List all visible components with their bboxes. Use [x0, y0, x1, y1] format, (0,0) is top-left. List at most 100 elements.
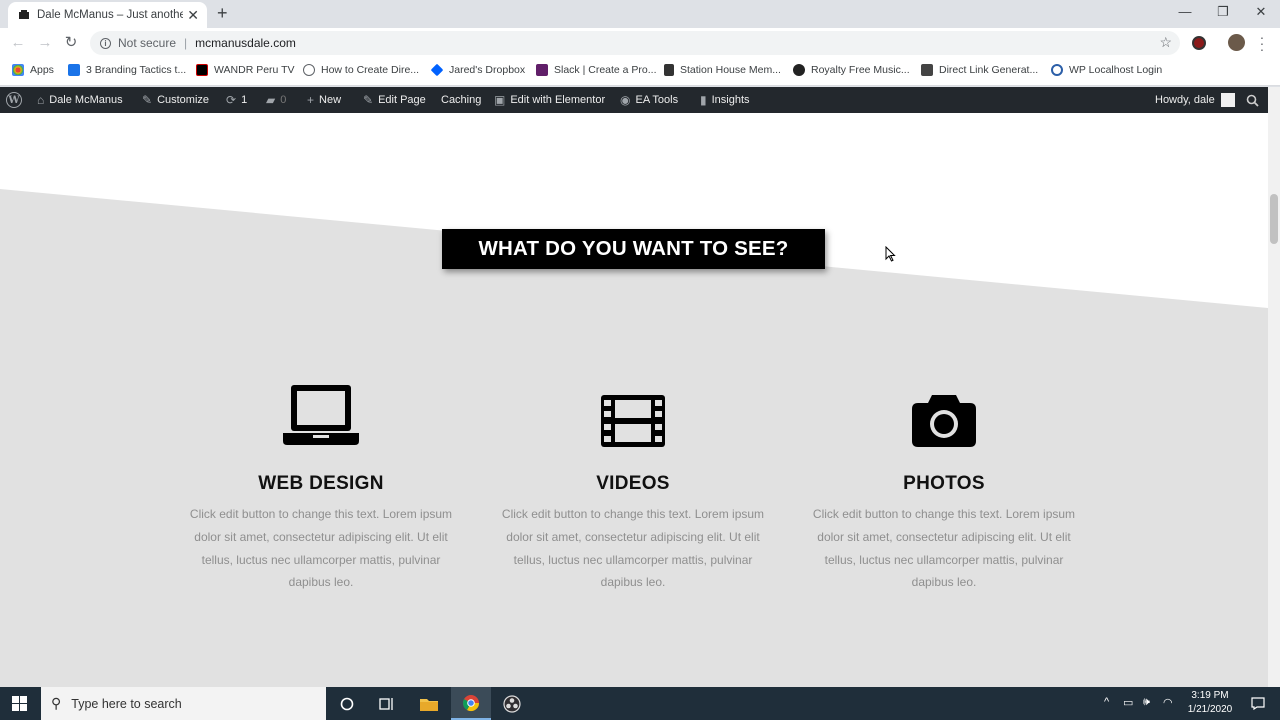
avatar — [1220, 93, 1235, 107]
page-content: WHAT DO YOU WANT TO SEE? WEB DESIGN Clic… — [0, 113, 1268, 687]
feature-photos: PHOTOS Click edit button to change this … — [794, 375, 1094, 594]
globe-icon — [303, 64, 315, 76]
elementor-icon: ▣ — [494, 93, 506, 107]
pencil-icon: ✎ — [363, 93, 374, 107]
plus-icon: + — [307, 93, 315, 107]
bookmark-item[interactable]: Royalty Free Music... — [793, 64, 910, 76]
ea-tools-menu[interactable]: ◉ EA Tools — [620, 87, 678, 113]
bookmark-item[interactable]: Apps — [12, 64, 54, 76]
edit-elementor-link[interactable]: ▣ Edit with Elementor — [494, 87, 605, 113]
bookmark-item[interactable]: Direct Link Generat... — [921, 64, 1038, 76]
bookmarks-bar: Apps 3 Branding Tactics t... WANDR Peru … — [0, 58, 1280, 86]
brush-icon: ✎ — [142, 93, 153, 107]
taskbar-search-input[interactable]: ⚲ Type here to search — [41, 687, 326, 720]
maximize-icon[interactable]: ❐ — [1213, 4, 1233, 20]
chrome-taskbar-icon[interactable] — [451, 687, 491, 720]
back-icon[interactable]: ← — [9, 34, 27, 52]
security-label: Not secure — [118, 36, 177, 50]
dashboard-icon: ⌂ — [37, 93, 45, 107]
bookmark-item[interactable]: How to Create Dire... — [303, 64, 419, 76]
updates-icon: ⟳ — [226, 93, 237, 107]
bookmark-item[interactable]: WANDR Peru TV — [196, 64, 295, 76]
browser-tab[interactable]: Dale McManus – Just another W ✕ — [8, 2, 207, 28]
windows-taskbar: ⚲ Type here to search ^ ▭ 🕪 ◠ 3:19 PM 1/… — [0, 687, 1280, 720]
station-icon — [664, 64, 674, 76]
music-icon — [793, 64, 805, 76]
close-tab-icon[interactable]: ✕ — [187, 8, 199, 22]
edit-page-link[interactable]: ✎ Edit Page — [363, 87, 426, 113]
minimize-icon[interactable]: — — [1175, 4, 1195, 19]
system-clock[interactable]: 3:19 PM 1/21/2020 — [1182, 689, 1238, 717]
extension-icon[interactable] — [1192, 36, 1206, 50]
page-scrollbar[interactable] — [1268, 87, 1280, 687]
tab-title: Dale McManus – Just another W — [37, 9, 184, 21]
comment-icon: ▰ — [266, 93, 276, 107]
show-hidden-icons[interactable]: ^ — [1104, 696, 1109, 708]
ea-icon: ◉ — [620, 93, 631, 107]
bookmark-item[interactable]: Jared's Dropbox — [430, 63, 525, 77]
windows-start-icon[interactable] — [12, 696, 27, 711]
scrollbar-thumb[interactable] — [1270, 194, 1278, 244]
my-account-menu[interactable]: Howdy, dale — [1155, 87, 1235, 113]
feature-videos: VIDEOS Click edit button to change this … — [483, 375, 783, 594]
obs-icon[interactable] — [492, 687, 532, 720]
new-content-menu[interactable]: + New — [307, 87, 341, 113]
cortana-icon[interactable] — [327, 687, 367, 720]
volume-icon[interactable]: 🕪 — [1143, 696, 1150, 709]
site-name-menu[interactable]: ⌂ Dale McManus — [37, 87, 123, 113]
chrome-menu-icon[interactable]: · · · — [1258, 30, 1266, 56]
bookmark-star-icon[interactable]: ☆ — [1159, 34, 1172, 51]
feature-web-design: WEB DESIGN Click edit button to change t… — [171, 375, 471, 594]
d-logo-icon — [68, 64, 80, 76]
admin-search-icon[interactable] — [1246, 87, 1259, 113]
notifications-icon[interactable] — [1238, 687, 1278, 720]
info-icon[interactable]: i — [100, 37, 111, 49]
film-icon — [601, 395, 665, 447]
wp-login-icon — [1051, 64, 1063, 76]
feature-description: Click edit button to change this text. L… — [189, 507, 453, 590]
bookmark-item[interactable]: 3 Branding Tactics t... — [68, 64, 186, 76]
slack-icon — [536, 64, 548, 76]
clock-time: 3:19 PM — [1191, 690, 1229, 701]
caching-menu[interactable]: Caching — [441, 87, 481, 113]
apps-grid-icon — [12, 64, 24, 76]
wandr-icon — [196, 64, 208, 76]
bookmark-item[interactable]: Slack | Create a Pro... — [536, 64, 657, 76]
profile-avatar-icon[interactable] — [1228, 34, 1245, 51]
site-favicon-icon — [19, 10, 29, 19]
wp-logo-menu[interactable]: W — [6, 87, 22, 113]
updates-link[interactable]: ⟳ 1 — [226, 87, 247, 113]
battery-icon[interactable]: ▭ — [1123, 696, 1133, 709]
file-explorer-icon[interactable] — [409, 687, 449, 720]
browser-toolbar: ← → ↻ i Not secure | mcmanusdale.com ☆ — [0, 28, 1280, 58]
insights-menu[interactable]: ▮ Insights — [700, 87, 750, 113]
forward-icon[interactable]: → — [36, 34, 54, 52]
comments-link[interactable]: ▰ 0 — [266, 87, 286, 113]
mouse-cursor-icon — [885, 246, 896, 262]
dropbox-icon — [430, 63, 444, 77]
customize-link[interactable]: ✎ Customize — [142, 87, 209, 113]
wifi-icon[interactable]: ◠ — [1163, 696, 1173, 709]
feature-title: PHOTOS — [903, 473, 985, 494]
wp-admin-bar: W ⌂ Dale McManus ✎ Customize ⟳ 1 ▰ 0 + N… — [0, 87, 1268, 113]
camera-icon — [912, 395, 976, 447]
section-heading: WHAT DO YOU WANT TO SEE? — [442, 229, 825, 269]
search-icon: ⚲ — [51, 695, 62, 711]
url-text[interactable]: mcmanusdale.com — [195, 36, 296, 50]
reload-icon[interactable]: ↻ — [62, 34, 80, 52]
address-bar[interactable]: i Not secure | mcmanusdale.com ☆ — [90, 31, 1180, 55]
feature-description: Click edit button to change this text. L… — [812, 507, 1076, 590]
link-gen-icon — [921, 64, 933, 76]
bookmark-item[interactable]: WP Localhost Login — [1051, 64, 1162, 76]
close-window-icon[interactable]: ✕ — [1251, 4, 1271, 20]
feature-description: Click edit button to change this text. L… — [501, 507, 765, 590]
feature-title: WEB DESIGN — [258, 473, 384, 494]
feature-title: VIDEOS — [596, 473, 670, 494]
bar-chart-icon: ▮ — [700, 93, 707, 107]
task-view-icon[interactable] — [367, 687, 407, 720]
wordpress-logo-icon: W — [6, 92, 22, 108]
clock-date: 1/21/2020 — [1187, 704, 1233, 715]
tab-strip: Dale McManus – Just another W ✕ + — ❐ ✕ — [0, 0, 1280, 28]
bookmark-item[interactable]: Station House Mem... — [664, 64, 781, 76]
new-tab-button[interactable]: + — [217, 4, 228, 22]
